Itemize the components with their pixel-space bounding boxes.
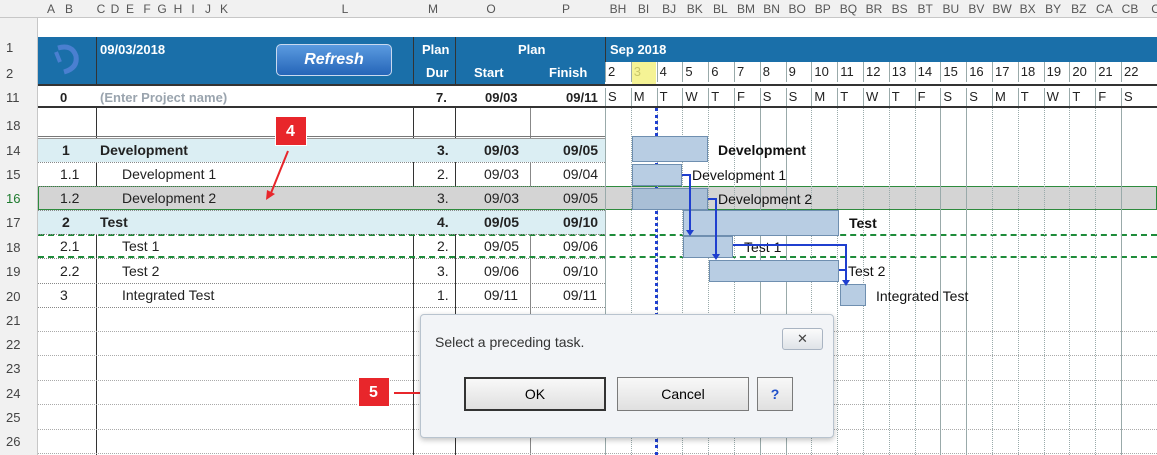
- select-predecessor-dialog: Select a preceding task. ✕ OK Cancel ?: [420, 314, 834, 438]
- callout-5-text: 5: [369, 384, 378, 401]
- dialog-message: Select a preceding task.: [435, 334, 585, 350]
- ok-button[interactable]: OK: [464, 377, 606, 411]
- callout-4-badge: 4: [275, 116, 307, 146]
- help-button[interactable]: ?: [757, 377, 793, 411]
- dialog-close-button[interactable]: ✕: [782, 328, 823, 350]
- callout-5-badge: 5: [358, 377, 390, 407]
- cancel-button[interactable]: Cancel: [617, 377, 749, 411]
- callout-4-text: 4: [286, 123, 295, 140]
